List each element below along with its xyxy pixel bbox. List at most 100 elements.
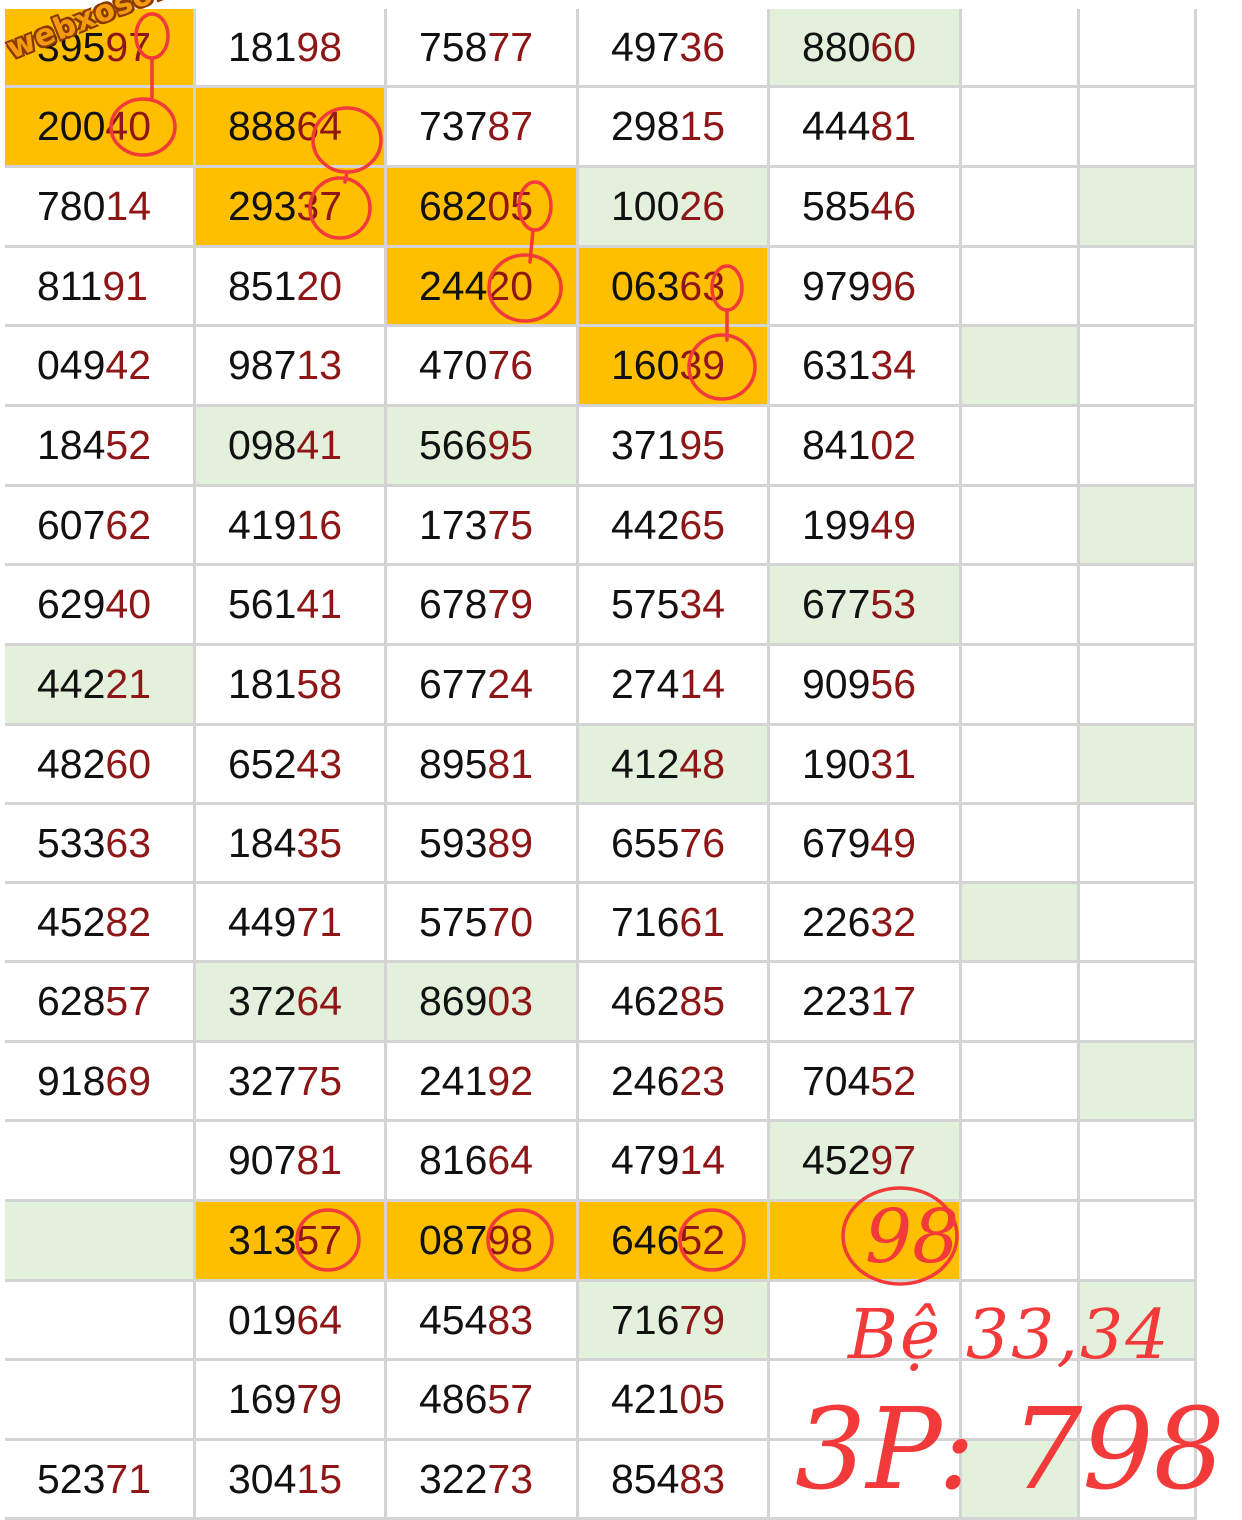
grid-cell [5,1282,196,1361]
grid-cell: 98713 [196,327,387,407]
grid-cell [962,884,1080,963]
grid-cell: 75877 [387,9,579,88]
grid-cell: 52371 [5,1441,196,1520]
grid-cell [1080,407,1197,487]
grid-cell [1080,884,1197,963]
grid-cell [962,248,1080,327]
grid-cell: 42105 [579,1361,770,1441]
grid-cell: 45483 [387,1282,579,1361]
grid-cell: 32775 [196,1043,387,1122]
grid-cell: 48260 [5,726,196,805]
grid-cell: 63134 [770,327,962,407]
grid-cell: 70452 [770,1043,962,1122]
grid-cell: 78014 [5,168,196,248]
grid-cell [962,407,1080,487]
grid-cell: 41248 [579,726,770,805]
grid-cell: 86903 [387,963,579,1043]
grid-cell [962,726,1080,805]
grid-cell: 45297 [770,1122,962,1202]
grid-cell: 37195 [579,407,770,487]
grid-cell: 48657 [387,1361,579,1441]
grid-cell: 57534 [579,566,770,646]
note-line2: 3P: 798 [795,1385,1225,1515]
grid-cell [1080,327,1197,407]
grid-cell: 67753 [770,566,962,646]
grid-cell: 10026 [579,168,770,248]
grid-cell: 16039 [579,327,770,407]
grid-cell [1080,963,1197,1043]
grid-cell: 08798 [387,1202,579,1282]
grid-cell: 53363 [5,805,196,884]
grid-cell: 22317 [770,963,962,1043]
grid-cell: 58546 [770,168,962,248]
grid-cell: 49736 [579,9,770,88]
grid-cell [5,1122,196,1202]
grid-cell: 67879 [387,566,579,646]
grid-cell [1080,1043,1197,1122]
grid-cell: 47914 [579,1122,770,1202]
grid-cell: 18435 [196,805,387,884]
grid-cell [962,88,1080,168]
grid-cell: 90781 [196,1122,387,1202]
grid-cell: 30415 [196,1441,387,1520]
grid-cell: 47076 [387,327,579,407]
grid-cell [962,805,1080,884]
grid-cell: 37264 [196,963,387,1043]
grid-cell: 62857 [5,963,196,1043]
grid-cell: 44221 [5,646,196,726]
grid-cell: 24420 [387,248,579,327]
grid-cell: 88060 [770,9,962,88]
grid-cell: 57570 [387,884,579,963]
grid-cell: 29337 [196,168,387,248]
grid-cell: 24192 [387,1043,579,1122]
grid-cell: 19031 [770,726,962,805]
note-line1: Bệ 33,34 [848,1296,1171,1375]
grid-cell [962,566,1080,646]
grid-cell [1080,9,1197,88]
grid-cell [770,1202,962,1282]
grid-cell [5,1361,196,1441]
grid-cell: 32273 [387,1441,579,1520]
grid-cell: 85483 [579,1441,770,1520]
grid-cell [1080,566,1197,646]
grid-cell: 81191 [5,248,196,327]
grid-cell [1080,1122,1197,1202]
grid-cell: 91869 [5,1043,196,1122]
grid-cell: 01964 [196,1282,387,1361]
grid-cell [1080,726,1197,805]
grid-cell: 81664 [387,1122,579,1202]
grid-cell [5,1202,196,1282]
grid-cell: 44971 [196,884,387,963]
grid-cell [962,168,1080,248]
grid-cell: 67949 [770,805,962,884]
grid-cell: 31357 [196,1202,387,1282]
grid-cell: 19949 [770,487,962,566]
grid-cell [1080,1202,1197,1282]
grid-cell: 85120 [196,248,387,327]
number-grid: 39597 18198 75877 49736 88060 20040 88864 73787… [0,0,1242,1520]
grid-cell [962,1202,1080,1282]
grid-cell: 29815 [579,88,770,168]
grid-cell: 18452 [5,407,196,487]
grid-cell: 22632 [770,884,962,963]
grid-cell: 18158 [196,646,387,726]
grid-cell: 04942 [5,327,196,407]
grid-cell: 46285 [579,963,770,1043]
grid-cell: 59389 [387,805,579,884]
grid-cell: 67724 [387,646,579,726]
grid-cell [1080,168,1197,248]
grid-cell: 18198 [196,9,387,88]
grid-cell [962,327,1080,407]
grid-cell [1080,805,1197,884]
grid-cell: 71679 [579,1282,770,1361]
grid-cell: 65576 [579,805,770,884]
grid-cell: 27414 [579,646,770,726]
grid-cell: 90956 [770,646,962,726]
grid-cell [1080,646,1197,726]
grid-cell: 60762 [5,487,196,566]
grid-cell: 09841 [196,407,387,487]
grid-cell: 56695 [387,407,579,487]
grid-cell: 20040 [5,88,196,168]
grid-cell: 06363 [579,248,770,327]
grid-cell [962,1122,1080,1202]
